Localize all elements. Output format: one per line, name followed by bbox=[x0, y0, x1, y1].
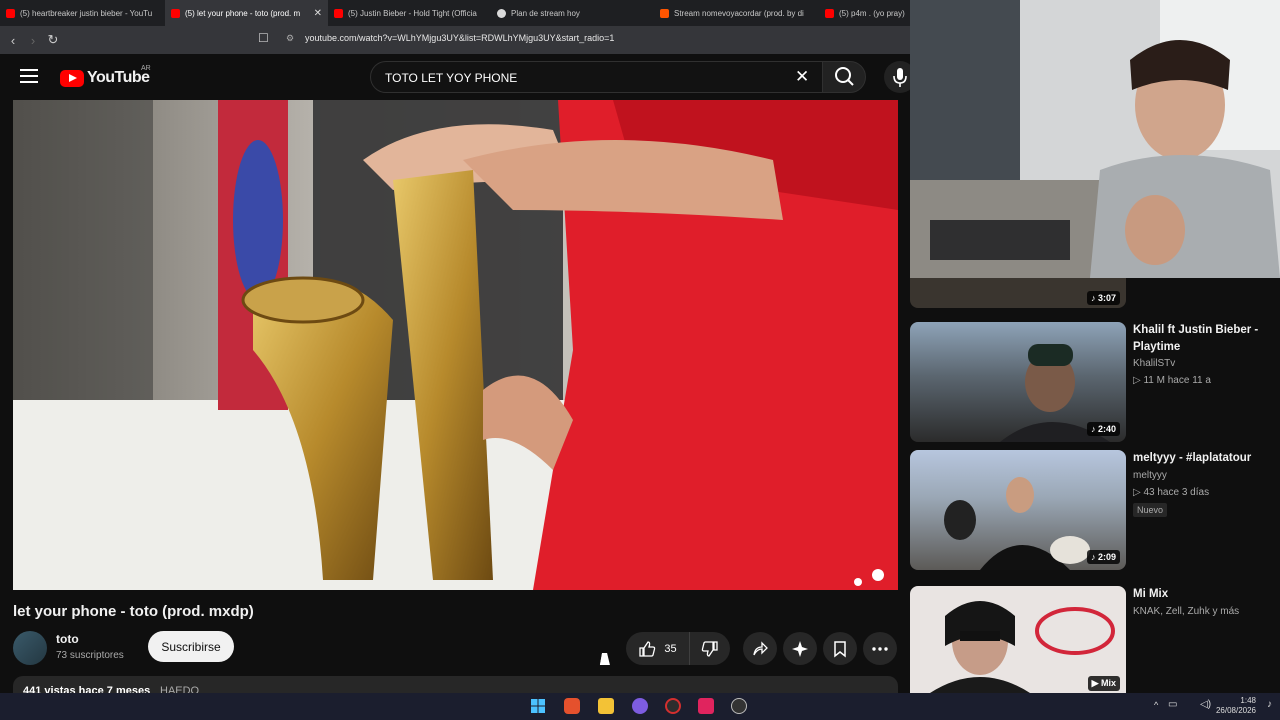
site-info-icon[interactable]: ⚙ bbox=[286, 33, 294, 44]
like-dislike-group: 35 bbox=[626, 632, 730, 665]
recommendation-thumbnail[interactable]: ♪ 2:40 bbox=[910, 322, 1126, 442]
youtube-icon bbox=[6, 8, 15, 18]
duration-badge: ♪ 2:40 bbox=[1086, 422, 1120, 436]
tiktok-icon[interactable] bbox=[698, 698, 714, 714]
chevron-up-icon[interactable]: ^ bbox=[1154, 700, 1158, 710]
recommendation-item[interactable]: ♪ 2:40 Khalil ft Justin Bieber - Playtim… bbox=[910, 322, 1280, 442]
new-badge: Nuevo bbox=[1133, 503, 1168, 517]
network-icon[interactable]: ▭ bbox=[1168, 699, 1177, 710]
soundcloud-icon bbox=[660, 8, 669, 18]
more-horizontal-icon bbox=[872, 646, 888, 651]
clock-date: 26/08/2026 bbox=[1215, 706, 1256, 715]
video-title: let your phone - toto (prod. mxdp) bbox=[13, 603, 254, 620]
like-count: 35 bbox=[664, 642, 677, 655]
tab-soundcloud-stream[interactable]: Stream nomevoyacordar (prod. by di bbox=[654, 0, 819, 26]
search-input[interactable]: TOTO LET YOY PHONE ✕ bbox=[370, 61, 826, 93]
tab-let-your-phone[interactable]: (5) let your phone - toto (prod. m ✕ bbox=[165, 0, 328, 26]
youtube-header: YouTube AR TOTO LET YOY PHONE ✕ bbox=[0, 54, 916, 100]
recommendation-channel[interactable]: KNAK, Zell, Zuhk y más bbox=[1133, 606, 1239, 617]
recommendation-title[interactable]: Mi Mix bbox=[1133, 586, 1273, 603]
recommendation-meta: ▷ 11 M hace 11 a bbox=[1133, 375, 1211, 386]
thumbs-up-icon bbox=[639, 640, 656, 657]
duration-badge: ♪ 2:09 bbox=[1086, 550, 1120, 564]
channel-name[interactable]: toto bbox=[56, 632, 79, 646]
save-button[interactable] bbox=[823, 632, 857, 665]
tab-plan-stream[interactable]: Plan de stream hoy bbox=[491, 0, 654, 26]
menu-icon[interactable] bbox=[20, 69, 38, 83]
sparkle-icon bbox=[792, 640, 808, 657]
dislike-button[interactable] bbox=[690, 632, 730, 665]
notification-bell-icon[interactable]: ♪ bbox=[1267, 699, 1272, 710]
tab-label: (5) let your phone - toto (prod. m bbox=[185, 8, 301, 18]
tab-heartbreaker[interactable]: (5) heartbreaker justin bieber - YouTu bbox=[0, 0, 165, 26]
bookmark-icon bbox=[834, 640, 846, 658]
youtube-logo[interactable]: YouTube bbox=[60, 69, 150, 87]
url-field[interactable]: youtube.com/watch?v=WLhYMjgu3UY&list=RDW… bbox=[305, 33, 614, 43]
clock[interactable]: 1:48 26/08/2026 bbox=[1216, 696, 1256, 716]
reload-icon[interactable]: ↻ bbox=[43, 32, 63, 48]
tab-p4m[interactable]: (5) p4m . (yo pray) bbox=[819, 0, 909, 26]
recommendation-item[interactable]: ▶ Mix Mi Mix KNAK, Zell, Zuhk y más bbox=[910, 586, 1280, 693]
recommendation-item[interactable]: ♪ 2:09 meltyyy - #laplatatour meltyyy ▷ … bbox=[910, 450, 1280, 570]
mouse-cursor bbox=[599, 653, 613, 665]
youtube-play-icon bbox=[60, 69, 84, 87]
recommendation-item[interactable]: ♪ 3:07 bbox=[910, 278, 1280, 308]
back-icon[interactable]: ‹ bbox=[3, 33, 23, 48]
tab-label: Stream nomevoyacordar (prod. by di bbox=[674, 8, 804, 18]
clear-search-icon[interactable]: ✕ bbox=[795, 67, 809, 87]
more-actions-button[interactable] bbox=[863, 632, 897, 665]
country-code: AR bbox=[141, 65, 151, 72]
recommendation-thumbnail[interactable]: ♪ 3:07 bbox=[910, 278, 1126, 308]
tab-label: (5) heartbreaker justin bieber - YouTu bbox=[20, 8, 153, 18]
thumbs-down-icon bbox=[701, 640, 718, 657]
share-icon bbox=[753, 640, 768, 655]
recommendation-channel[interactable]: KhalilSTv bbox=[1133, 358, 1175, 369]
recommendation-thumbnail[interactable]: ♪ 2:09 bbox=[910, 450, 1126, 570]
recommendation-channel[interactable]: meltyyy bbox=[1133, 470, 1167, 481]
webcam-overlay bbox=[910, 0, 1280, 278]
tab-label: (5) p4m . (yo pray) bbox=[839, 8, 905, 18]
forward-icon[interactable]: › bbox=[23, 33, 43, 48]
media-player-icon[interactable] bbox=[731, 698, 747, 714]
recommendation-meta: ▷ 43 hace 3 días bbox=[1133, 487, 1210, 498]
tab-label: Plan de stream hoy bbox=[511, 8, 580, 18]
recommendation-thumbnail[interactable]: ▶ Mix bbox=[910, 586, 1126, 693]
mix-badge: ▶ Mix bbox=[1087, 676, 1120, 691]
ask-ai-button[interactable] bbox=[783, 632, 817, 665]
subscriber-count: 73 suscriptores bbox=[56, 650, 124, 661]
tab-label: (5) Justin Bieber - Hold Tight (Officia bbox=[348, 8, 477, 18]
youtube-icon bbox=[825, 8, 834, 18]
close-tab-icon[interactable]: ✕ bbox=[314, 8, 322, 19]
file-explorer-icon[interactable] bbox=[598, 698, 614, 714]
recommendation-title[interactable]: Khalil ft Justin Bieber - Playtime bbox=[1133, 322, 1273, 356]
webcam-image bbox=[910, 0, 1280, 278]
tab-hold-tight[interactable]: (5) Justin Bieber - Hold Tight (Officia bbox=[328, 0, 491, 26]
search-icon bbox=[835, 67, 854, 86]
bookmark-icon[interactable]: ☐ bbox=[258, 31, 269, 45]
brave-browser-icon[interactable] bbox=[564, 698, 580, 714]
video-frame-image bbox=[13, 100, 898, 590]
volume-icon[interactable]: ◁) bbox=[1200, 699, 1211, 710]
video-player[interactable] bbox=[13, 100, 898, 590]
youtube-icon bbox=[171, 8, 180, 18]
search-button[interactable] bbox=[822, 61, 866, 93]
subscribe-button[interactable]: Suscribirse bbox=[148, 631, 234, 662]
share-button[interactable] bbox=[743, 632, 777, 665]
obs-icon[interactable] bbox=[665, 698, 681, 714]
youtube-icon bbox=[334, 8, 343, 18]
duration-badge: ♪ 3:07 bbox=[1086, 291, 1120, 305]
search-query: TOTO LET YOY PHONE bbox=[385, 71, 518, 85]
taskbar: ^ ▭ ◁) 1:48 26/08/2026 ♪ bbox=[0, 693, 1280, 720]
document-icon bbox=[497, 8, 506, 18]
app-icon[interactable] bbox=[632, 698, 648, 714]
like-button[interactable]: 35 bbox=[626, 632, 690, 665]
recommendation-title[interactable]: meltyyy - #laplatatour bbox=[1133, 450, 1273, 467]
channel-avatar[interactable] bbox=[13, 631, 47, 665]
windows-start-icon[interactable] bbox=[530, 698, 546, 714]
clock-time: 1:48 bbox=[1240, 696, 1256, 705]
